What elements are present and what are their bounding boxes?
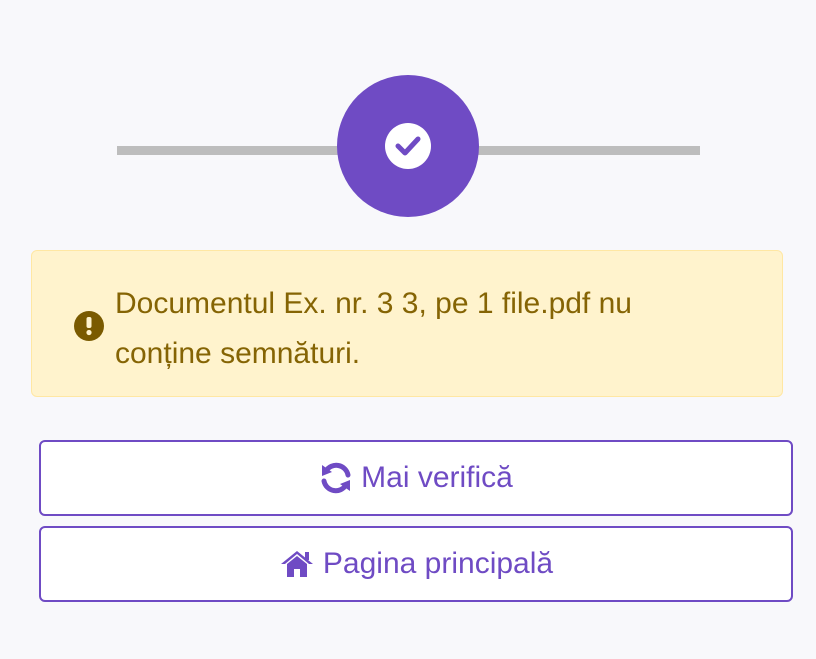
check-circle-icon [385,123,431,169]
verify-again-button[interactable]: Mai verifică [39,440,793,516]
home-icon [279,549,315,579]
home-page-label: Pagina principală [322,547,554,580]
exclamation-circle-icon [74,311,104,341]
no-signatures-alert: Documentul Ex. nr. 3 3, pe 1 file.pdf nu… [31,250,783,397]
verify-again-label: Mai verifică [361,461,513,494]
verification-result-page: Documentul Ex. nr. 3 3, pe 1 file.pdf nu… [0,0,816,659]
alert-message: Documentul Ex. nr. 3 3, pe 1 file.pdf nu… [115,287,632,370]
home-page-button[interactable]: Pagina principală [39,526,793,602]
sync-icon [319,462,353,494]
step-complete-indicator [337,75,479,217]
